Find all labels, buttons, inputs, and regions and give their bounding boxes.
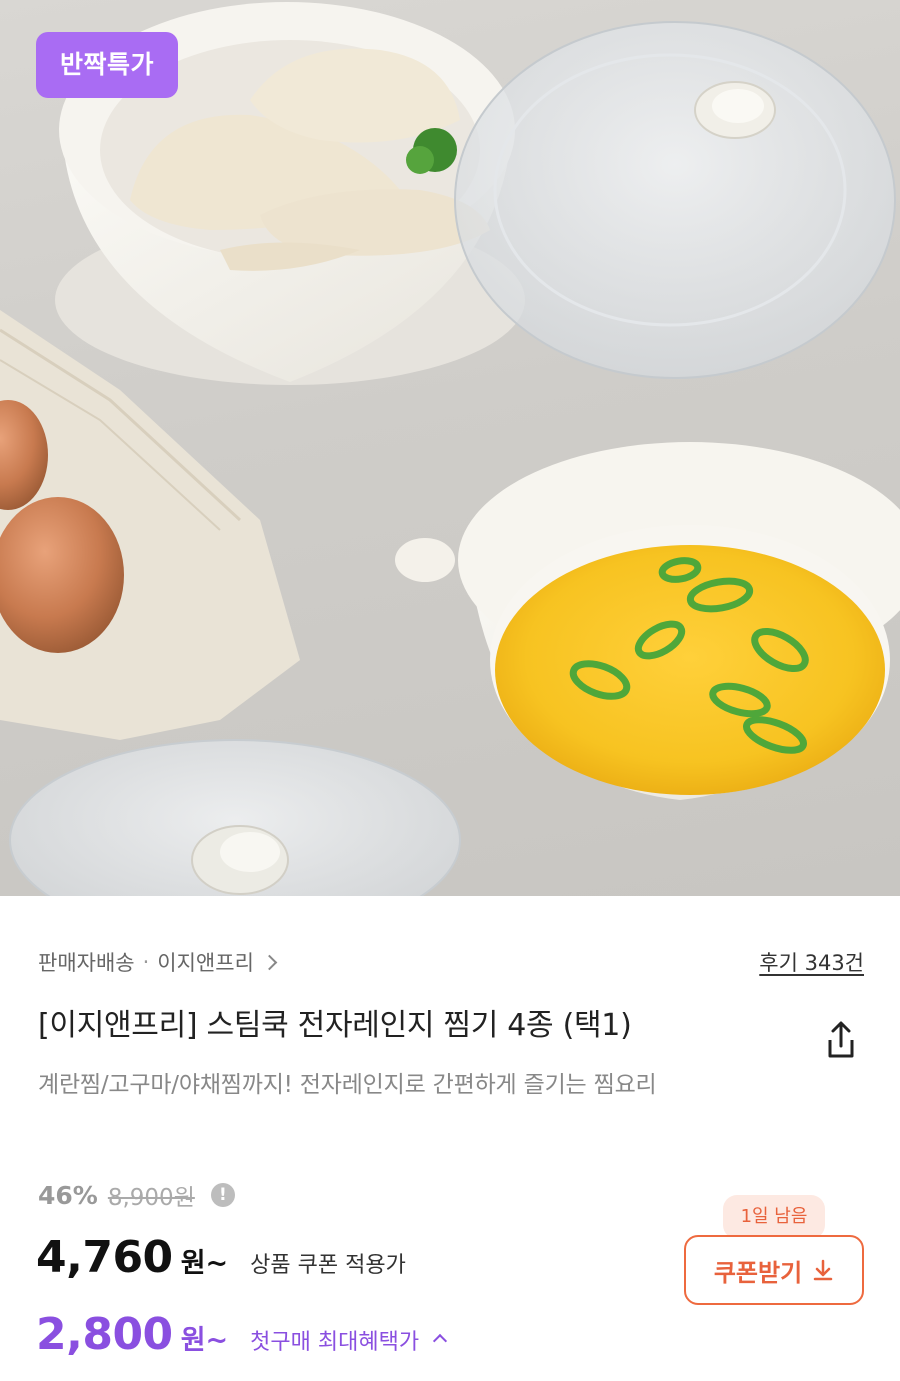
chevron-up-icon[interactable] (433, 1333, 448, 1349)
best-price-unit: 원~ (180, 1325, 229, 1356)
get-coupon-button[interactable]: 쿠폰받기 (684, 1235, 864, 1305)
seller-row: 판매자배송 · 이지앤프리 후기 343건 (38, 944, 864, 980)
info-icon[interactable]: ! (210, 1183, 235, 1207)
product-title: [이지앤프리] 스팀쿡 전자레인지 찜기 4종 (택1) (38, 1008, 632, 1043)
flash-sale-badge: 반짝특가 (36, 32, 179, 98)
best-price-row[interactable]: 2,800 원~ 첫구매 최대혜택가 (36, 1309, 448, 1360)
best-price: 2,800 (36, 1309, 173, 1360)
product-subtitle: 계란찜/고구마/야채찜까지! 전자레인지로 간편하게 즐기는 찜요리 (38, 1072, 657, 1098)
download-icon (813, 1259, 833, 1281)
reviews-link[interactable]: 후기 343건 (759, 947, 864, 977)
product-photo (0, 2, 900, 896)
brand-name[interactable]: 이지앤프리 (157, 947, 254, 977)
best-price-note: 첫구매 최대혜택가 (250, 1330, 420, 1355)
original-price: 8,900원 (107, 1185, 195, 1211)
share-icon[interactable] (818, 1018, 864, 1064)
price-note: 상품 쿠폰 적용가 (250, 1253, 406, 1278)
discount-percent: 46% (38, 1180, 98, 1210)
product-image-carousel[interactable]: 반짝특가 (0, 0, 900, 896)
get-coupon-label: 쿠폰받기 (713, 1258, 803, 1287)
seller-link[interactable]: 판매자배송 · 이지앤프리 (38, 947, 278, 977)
separator: · (142, 950, 150, 974)
shipping-type: 판매자배송 (38, 951, 135, 975)
coupon-remaining-tag: 1일 남음 (723, 1195, 825, 1248)
sale-price: 4,760 (36, 1232, 173, 1283)
title-row: [이지앤프리] 스팀쿡 전자레인지 찜기 4종 (택1) (38, 1000, 864, 1064)
price-unit: 원~ (180, 1248, 229, 1279)
chevron-right-icon (261, 954, 278, 970)
discount-row: 46% 8,900원 ! (38, 1178, 235, 1212)
price-row: 4,760 원~ 상품 쿠폰 적용가 (36, 1232, 406, 1283)
